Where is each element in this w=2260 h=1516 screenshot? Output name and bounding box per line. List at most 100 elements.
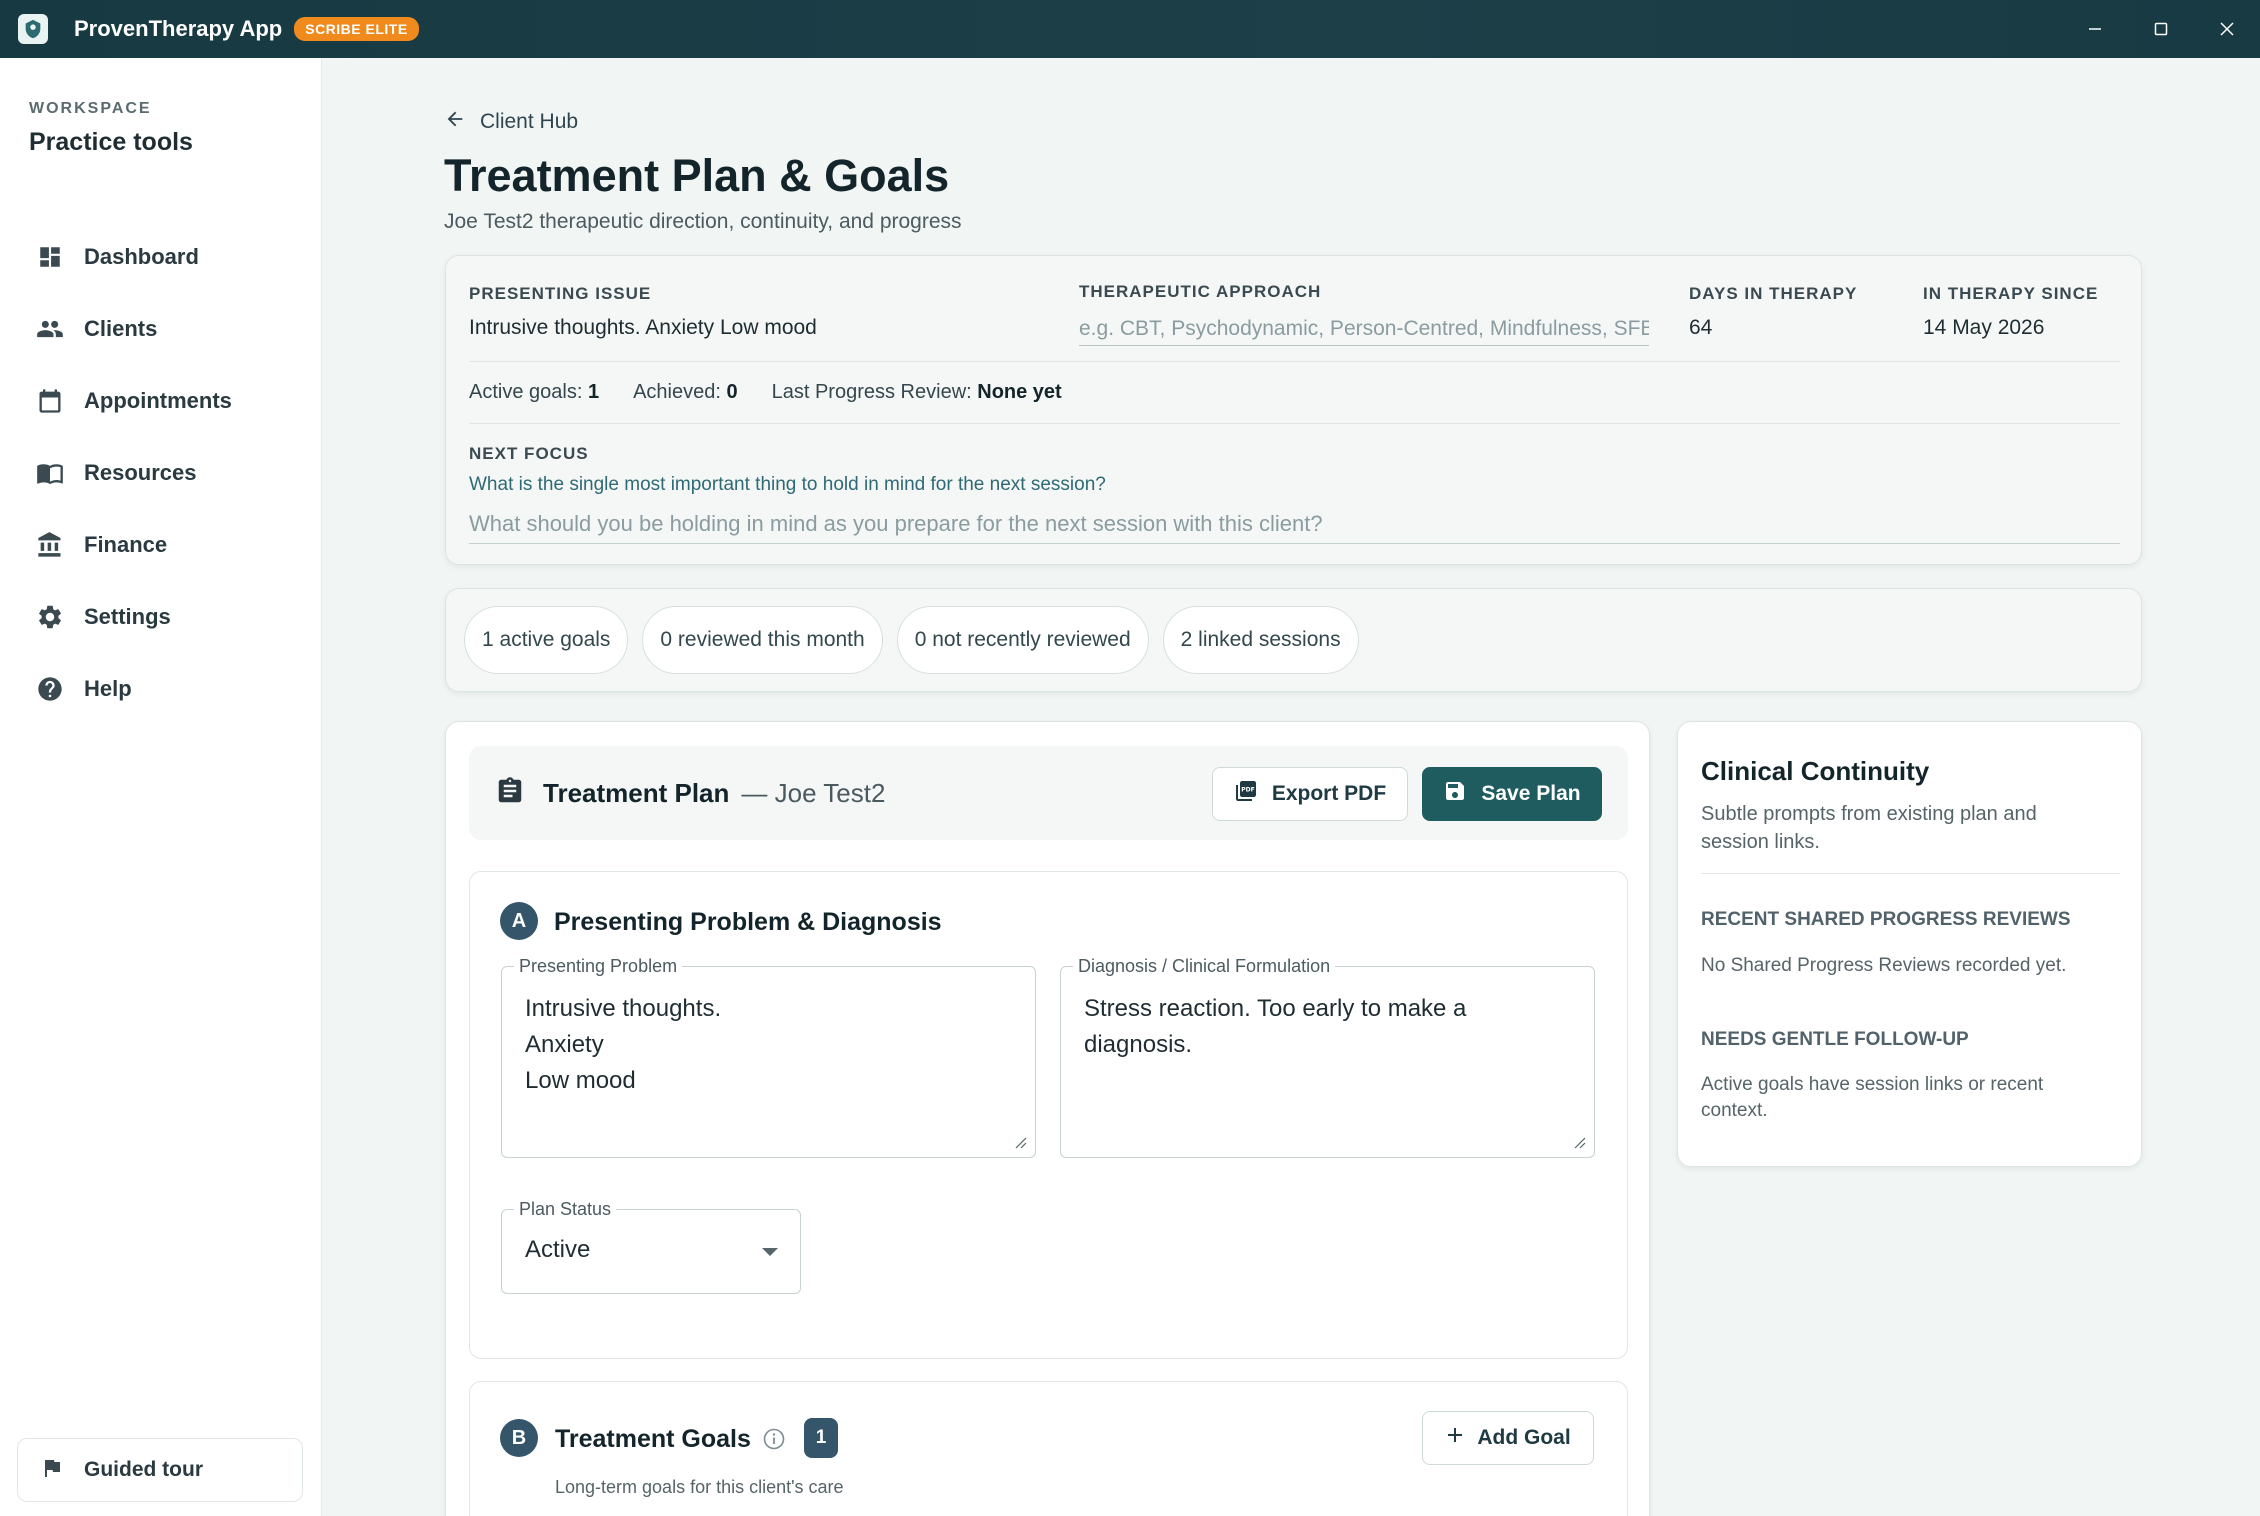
treatment-plan-card: Treatment Plan — Joe Test2 PDF Export PD… [445,721,1650,1516]
info-icon[interactable] [762,1427,786,1456]
achieved-value: 0 [726,381,738,403]
in-therapy-since-label: IN THERAPY SINCE [1923,284,2099,303]
sidebar-item-clients[interactable]: Clients [0,293,322,365]
sidebar-item-label: Clients [84,316,158,341]
dashboard-icon [36,243,64,271]
presenting-problem-section: A Presenting Problem & Diagnosis Present… [469,871,1628,1359]
goal-stats: Active goals: 1 Achieved: 0 Last Progres… [469,381,1062,404]
divider [469,423,2120,424]
plan-status-select[interactable]: Plan Status Active [501,1199,801,1294]
not-recently-reviewed-chip[interactable]: 0 not recently reviewed [896,606,1149,674]
diagnosis-field[interactable]: Diagnosis / Clinical Formulation Stress … [1060,956,1595,1158]
needs-follow-up-text: Active goals have session links or recen… [1701,1074,2044,1121]
flag-icon [40,1456,64,1485]
days-in-therapy-label: DAYS IN THERAPY [1689,284,1858,303]
section-b-badge: B [500,1419,538,1457]
clinical-continuity-card: Clinical Continuity Subtle prompts from … [1677,721,2142,1167]
linked-sessions-chip[interactable]: 2 linked sessions [1162,606,1359,674]
svg-text:PDF: PDF [1241,787,1254,794]
app-logo-icon [18,14,48,44]
book-icon [36,459,64,487]
presenting-problem-field[interactable]: Presenting Problem Intrusive thoughts. A… [501,956,1036,1158]
days-in-therapy-value: 64 [1689,316,1713,339]
recent-reviews-text: No Shared Progress Reviews recorded yet. [1701,955,2067,976]
workspace-label: WORKSPACE [29,100,152,117]
active-goals-stat: Active goals: 1 [469,381,599,404]
sidebar-item-settings[interactable]: Settings [0,581,322,653]
treatment-plan-client: — Joe Test2 [741,777,886,808]
last-review-label: Last Progress Review: [771,381,972,403]
guided-tour-label: Guided tour [84,1458,203,1481]
resize-handle-icon[interactable] [1013,1135,1027,1149]
back-to-client-hub-link[interactable]: Client Hub [444,108,578,135]
save-plan-button[interactable]: Save Plan [1422,767,1602,821]
active-goals-label: Active goals: [469,381,583,403]
pdf-icon: PDF [1234,779,1258,809]
add-goal-button[interactable]: Add Goal [1422,1411,1594,1465]
presenting-problem-legend: Presenting Problem [514,956,683,977]
achieved-label: Achieved: [633,381,721,403]
active-goals-value: 1 [587,381,600,403]
sidebar-nav: Dashboard Clients Appointments Resources… [0,221,322,725]
help-icon [36,675,64,703]
plan-status-legend: Plan Status [514,1199,617,1220]
sidebar-item-label: Settings [84,604,171,629]
last-review-stat: Last Progress Review: None yet [772,381,1062,404]
sidebar-item-dashboard[interactable]: Dashboard [0,221,322,293]
minimize-icon[interactable] [2062,0,2128,58]
plan-status-value: Active [525,1236,591,1263]
gear-icon [36,603,64,631]
recent-reviews-heading: RECENT SHARED PROGRESS REVIEWS [1701,909,2071,930]
sidebar-item-help[interactable]: Help [0,653,322,725]
therapeutic-approach-input[interactable] [1079,312,1649,346]
workspace-name: Practice tools [29,128,193,156]
treatment-plan-title: Treatment Plan [543,777,730,808]
reviewed-this-month-chip[interactable]: 0 reviewed this month [642,606,883,674]
back-link-label: Client Hub [480,109,579,133]
section-b-subtitle: Long-term goals for this client's care [555,1477,844,1497]
plan-metrics-bar: 1 active goals 0 reviewed this month 0 n… [445,588,2142,692]
sidebar-item-label: Dashboard [84,244,199,269]
next-focus-input[interactable] [469,504,2120,544]
save-plan-label: Save Plan [1481,782,1581,805]
maximize-icon[interactable] [2128,0,2194,58]
section-a-badge: A [500,902,538,940]
continuity-title: Clinical Continuity [1701,756,1930,786]
sidebar-item-resources[interactable]: Resources [0,437,322,509]
add-goal-label: Add Goal [1477,1426,1571,1449]
in-therapy-since-value: 14 May 2026 [1923,316,2045,339]
resize-handle-icon[interactable] [1572,1135,1586,1149]
diagnosis-text: Stress reaction. Too early to make a dia… [1084,995,1467,1058]
needs-follow-up-heading: NEEDS GENTLE FOLLOW-UP [1701,1029,1969,1050]
therapeutic-approach-label: THERAPEUTIC APPROACH [1079,282,1322,301]
page-subtitle: Joe Test2 therapeutic direction, continu… [444,210,962,233]
sidebar-item-label: Help [84,676,132,701]
close-icon[interactable] [2194,0,2260,58]
arrow-left-icon [444,108,466,135]
sidebar-item-label: Finance [84,532,168,557]
sidebar: WORKSPACE Practice tools Dashboard Clien… [0,58,322,1516]
plus-icon [1445,1425,1465,1451]
continuity-subtitle: Subtle prompts from existing plan and se… [1701,803,2037,853]
sidebar-item-label: Appointments [84,388,232,413]
app-title: ProvenTherapy App [74,16,283,41]
last-review-value: None yet [977,381,1062,403]
presenting-issue-label: PRESENTING ISSUE [469,284,652,303]
next-focus-label: NEXT FOCUS [469,444,589,463]
active-goals-chip[interactable]: 1 active goals [464,606,629,674]
page-title: Treatment Plan & Goals [444,150,950,201]
sidebar-item-appointments[interactable]: Appointments [0,365,322,437]
chevron-down-icon [762,1248,778,1256]
next-focus-question: What is the single most important thing … [469,474,1106,495]
guided-tour-button[interactable]: Guided tour [17,1438,303,1502]
calendar-icon [36,387,64,415]
divider [1701,873,2120,874]
people-icon [36,315,64,343]
export-pdf-label: Export PDF [1271,782,1387,805]
section-b-title: Treatment Goals [555,1425,751,1453]
presenting-problem-text: Intrusive thoughts. Anxiety Low mood [525,995,722,1094]
plan-summary-card: PRESENTING ISSUE Intrusive thoughts. Anx… [445,255,2142,565]
export-pdf-button[interactable]: PDF Export PDF [1212,767,1408,821]
goal-count-badge: 1 [804,1418,838,1458]
sidebar-item-finance[interactable]: Finance [0,509,322,581]
